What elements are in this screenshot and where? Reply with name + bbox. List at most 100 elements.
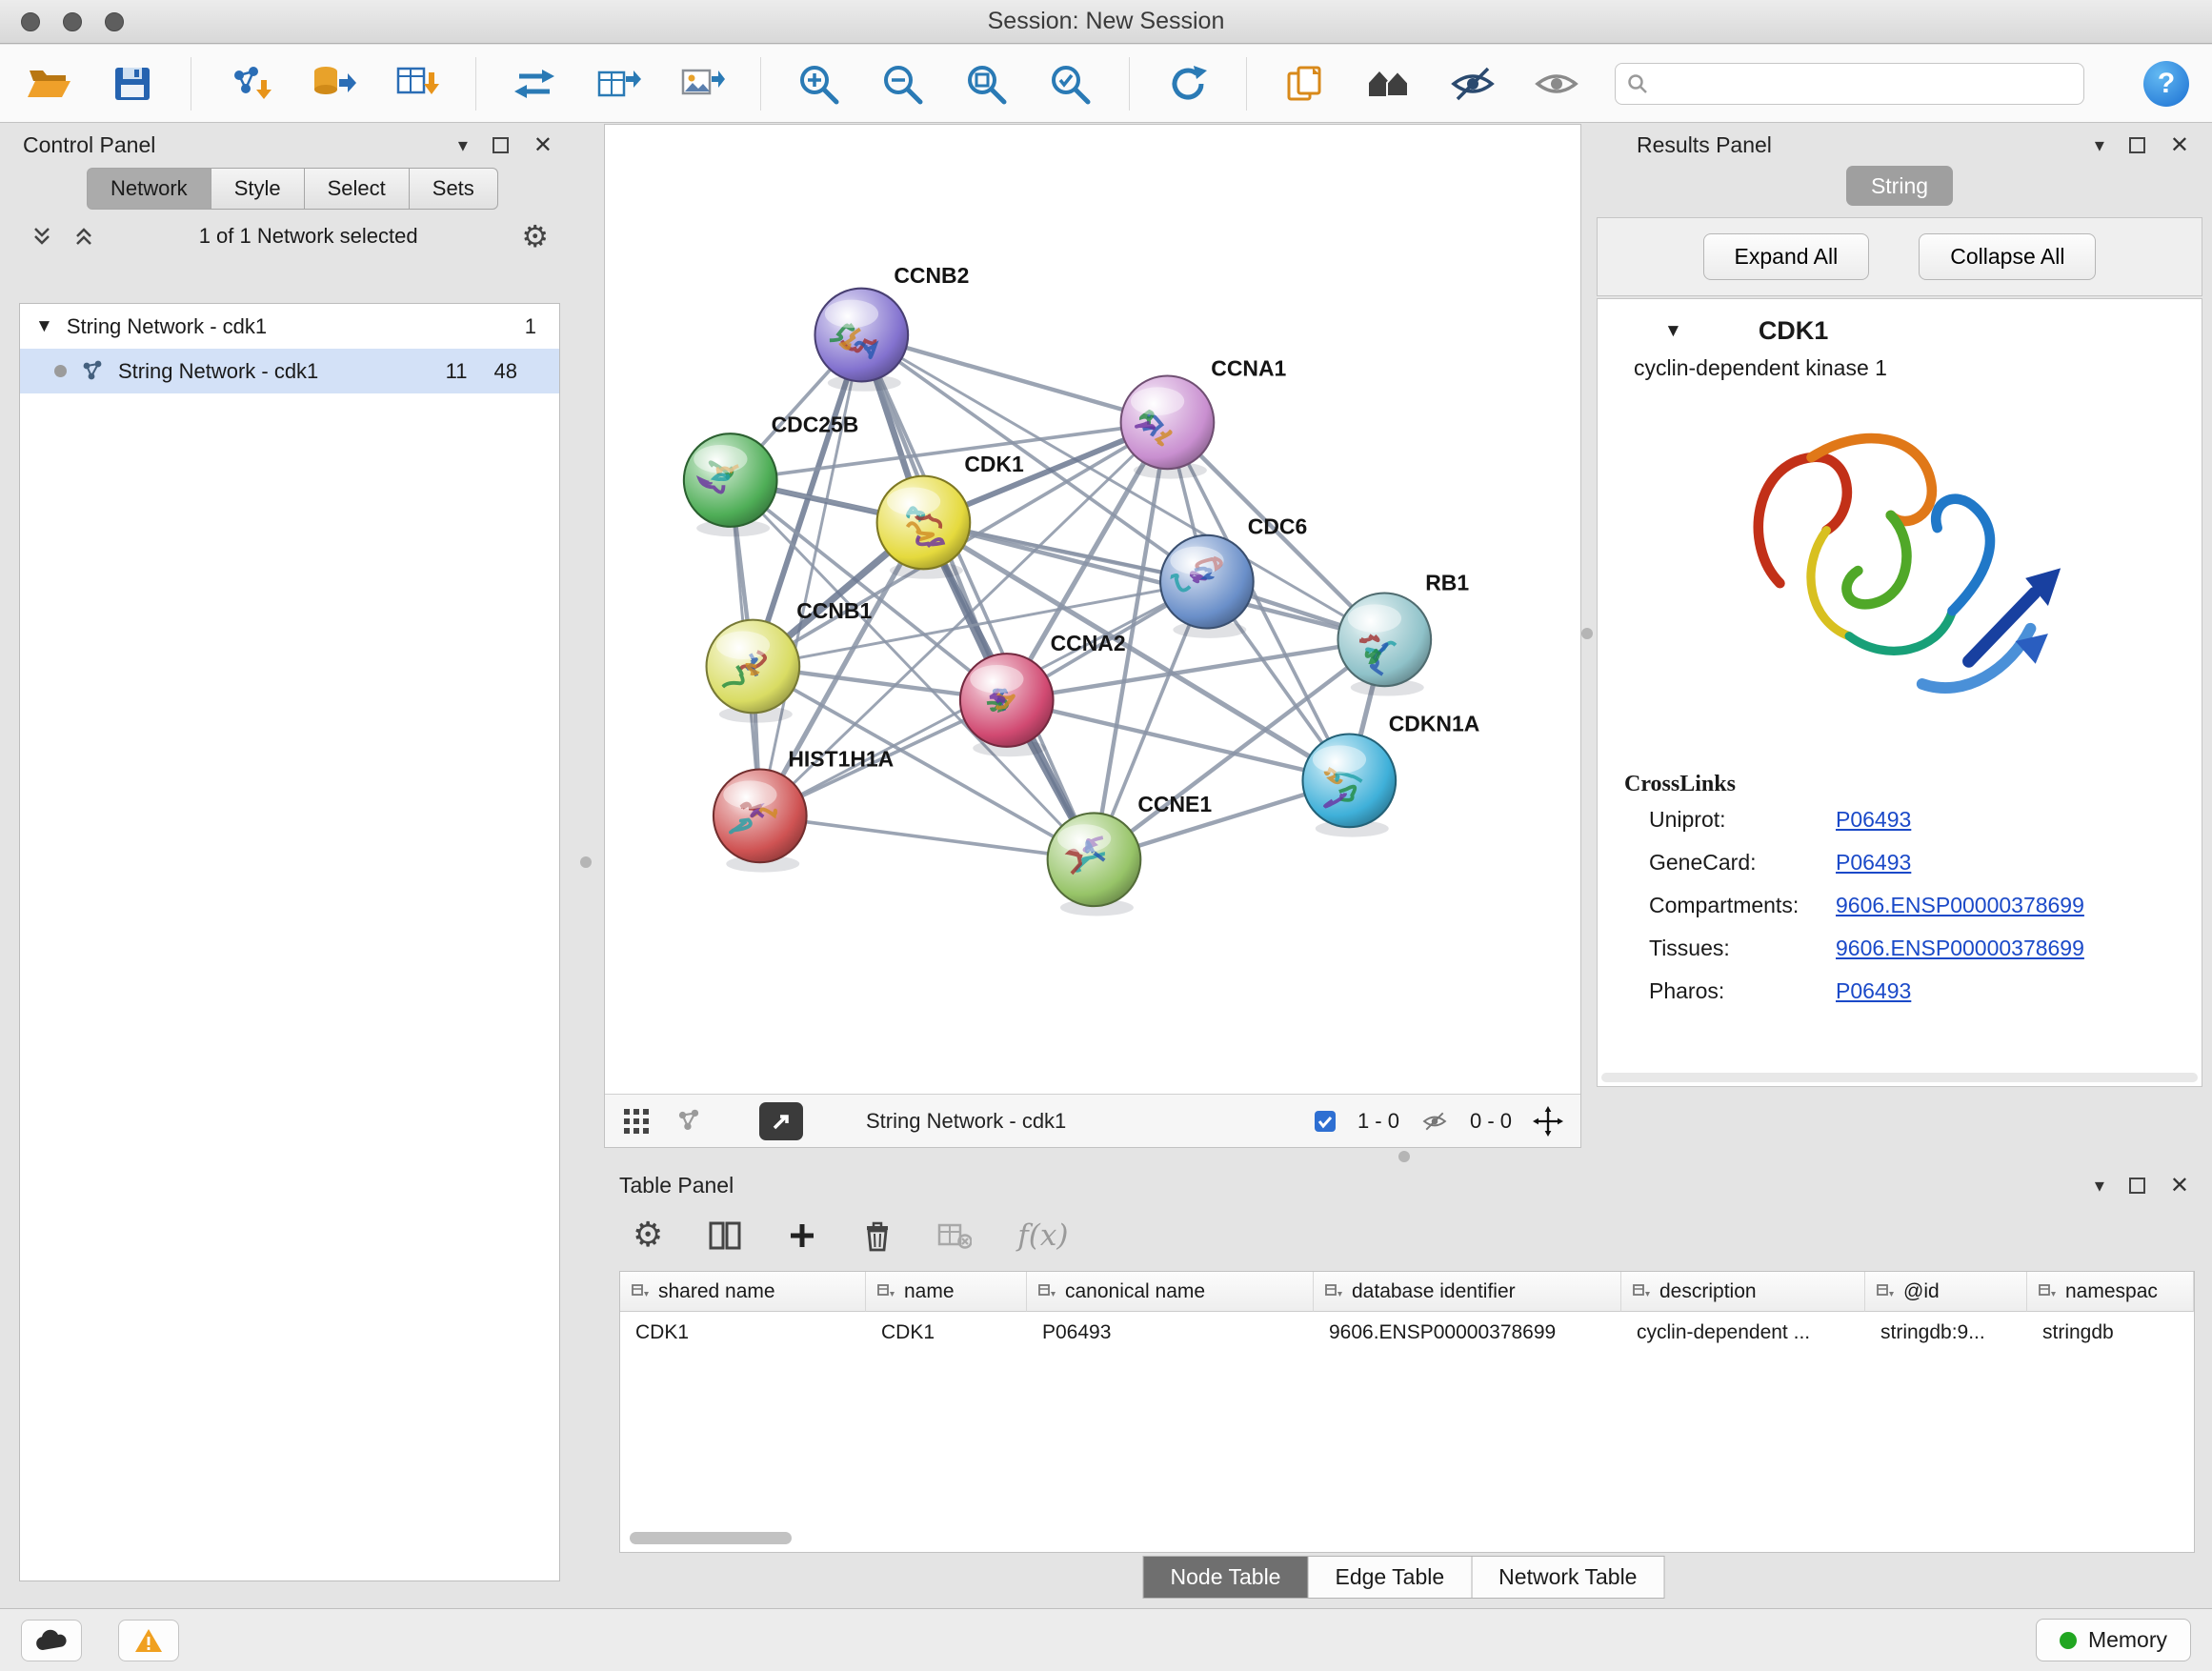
zoom-in-icon[interactable] <box>794 59 845 109</box>
table-cell[interactable]: CDK1 <box>866 1312 1027 1354</box>
warning-button[interactable] <box>118 1620 179 1661</box>
table-cell[interactable]: stringdb:9... <box>1865 1312 2027 1354</box>
import-network-database-icon[interactable] <box>308 59 359 109</box>
crosslink-compartments[interactable]: 9606.ENSP00000378699 <box>1836 893 2177 918</box>
expand-all-button[interactable]: Expand All <box>1703 233 1870 280</box>
table-cell[interactable]: cyclin-dependent ... <box>1621 1312 1865 1354</box>
import-network-file-icon[interactable] <box>224 59 275 109</box>
column-header-namespace[interactable]: namespac <box>2027 1272 2194 1312</box>
vertical-splitter-handle[interactable] <box>1581 628 1593 639</box>
vertical-splitter-handle[interactable] <box>580 856 592 868</box>
network-node-cdk1[interactable]: CDK1 <box>877 452 1024 579</box>
insert-column-icon[interactable] <box>709 1220 741 1251</box>
tab-node-table[interactable]: Node Table <box>1143 1556 1309 1599</box>
minimize-window-button[interactable] <box>63 12 82 31</box>
search-field[interactable] <box>1615 63 2084 105</box>
horizontal-splitter-handle[interactable] <box>1398 1151 1410 1162</box>
export-table-icon[interactable] <box>593 59 644 109</box>
network-node-cdc6[interactable]: CDC6 <box>1156 513 1307 638</box>
protein-section-header[interactable]: ▼ CDK1 <box>1622 299 2177 355</box>
tab-select[interactable]: Select <box>304 168 410 210</box>
close-panel-icon[interactable]: ✕ <box>2170 131 2189 159</box>
crosslink-tissues[interactable]: 9606.ENSP00000378699 <box>1836 936 2177 961</box>
table-cell[interactable]: 9606.ENSP00000378699 <box>1314 1312 1621 1354</box>
float-panel-icon[interactable] <box>2129 137 2145 153</box>
string-tab[interactable]: String <box>1846 166 1953 206</box>
column-header-database-identifier[interactable]: database identifier <box>1314 1272 1621 1312</box>
chevron-down-icon[interactable]: ▾ <box>458 133 468 157</box>
selected-checkbox-icon[interactable] <box>1314 1110 1337 1133</box>
tab-sets[interactable]: Sets <box>409 168 498 210</box>
results-scrollbar[interactable] <box>1601 1073 2198 1082</box>
detach-view-button[interactable] <box>759 1102 803 1140</box>
network-edge[interactable] <box>760 335 862 816</box>
table-settings-gear-icon[interactable]: ⚙ <box>633 1218 663 1253</box>
column-header-name[interactable]: name <box>866 1272 1027 1312</box>
network-canvas[interactable]: CCNB2CCNA1CDC25BCDK1CDC6RB1CCNB1CCNA2CDK… <box>605 125 1580 1094</box>
disclosure-icon[interactable]: ▼ <box>35 316 53 337</box>
collapse-all-icon[interactable] <box>72 225 95 248</box>
column-header-description[interactable]: description <box>1621 1272 1865 1312</box>
zoom-out-icon[interactable] <box>877 59 929 109</box>
zoom-selected-icon[interactable] <box>1045 59 1096 109</box>
network-node-hist1h1a[interactable]: HIST1H1A <box>714 747 894 873</box>
collapse-all-button[interactable]: Collapse All <box>1919 233 2096 280</box>
show-graphics-icon[interactable] <box>1531 59 1582 109</box>
horizontal-scrollbar[interactable] <box>630 1532 792 1544</box>
network-swap-icon[interactable] <box>509 59 560 109</box>
add-row-icon[interactable] <box>787 1220 817 1251</box>
float-panel-icon[interactable] <box>493 137 509 153</box>
help-button[interactable]: ? <box>2143 61 2189 107</box>
grid-view-icon[interactable] <box>622 1107 651 1136</box>
network-overview-icon[interactable] <box>675 1108 702 1135</box>
zoom-window-button[interactable] <box>105 12 124 31</box>
network-edge[interactable] <box>861 335 1094 860</box>
duplicate-document-icon[interactable] <box>1279 59 1331 109</box>
column-header-shared-name[interactable]: shared name <box>620 1272 866 1312</box>
disclosure-icon[interactable]: ▼ <box>1664 321 1682 342</box>
table-cell[interactable]: stringdb <box>2027 1312 2194 1354</box>
pan-crosshair-icon[interactable] <box>1533 1106 1563 1137</box>
column-header-id[interactable]: @id <box>1865 1272 2027 1312</box>
network-collection-row[interactable]: ▼ String Network - cdk1 1 <box>20 304 559 349</box>
network-node-rb1[interactable]: RB1 <box>1337 571 1469 696</box>
expand-all-icon[interactable] <box>30 225 53 248</box>
import-table-icon[interactable] <box>392 59 443 109</box>
close-panel-icon[interactable]: ✕ <box>533 131 553 159</box>
open-session-icon[interactable] <box>23 59 74 109</box>
crosslink-pharos[interactable]: P06493 <box>1836 978 2177 1004</box>
gear-icon[interactable]: ⚙ <box>521 221 549 252</box>
network-edge[interactable] <box>760 815 1095 859</box>
memory-button[interactable]: Memory <box>2036 1619 2191 1661</box>
column-header-canonical-name[interactable]: canonical name <box>1027 1272 1314 1312</box>
network-node-cdkn1a[interactable]: CDKN1A <box>1302 712 1479 837</box>
float-panel-icon[interactable] <box>2129 1178 2145 1194</box>
zoom-fit-icon[interactable] <box>961 59 1013 109</box>
network-node-ccnb2[interactable]: CCNB2 <box>814 263 969 392</box>
save-session-icon[interactable] <box>107 59 158 109</box>
delete-table-icon[interactable] <box>937 1221 972 1250</box>
tab-network[interactable]: Network <box>87 168 211 210</box>
delete-trash-icon[interactable] <box>863 1219 892 1252</box>
search-input[interactable] <box>1658 71 2072 96</box>
table-cell[interactable]: CDK1 <box>620 1312 866 1354</box>
function-builder-icon[interactable]: f(x) <box>1017 1218 1068 1253</box>
hide-graphics-icon[interactable] <box>1447 59 1498 109</box>
home-networks-icon[interactable] <box>1363 59 1415 109</box>
close-panel-icon[interactable]: ✕ <box>2170 1172 2189 1199</box>
network-row-selected[interactable]: String Network - cdk1 11 48 <box>20 349 559 393</box>
crosslink-genecard[interactable]: P06493 <box>1836 850 2177 876</box>
tab-edge-table[interactable]: Edge Table <box>1307 1556 1472 1599</box>
tab-network-table[interactable]: Network Table <box>1471 1556 1664 1599</box>
table-row[interactable]: CDK1 CDK1 P06493 9606.ENSP00000378699 cy… <box>620 1312 2194 1354</box>
tab-style[interactable]: Style <box>211 168 305 210</box>
export-image-icon[interactable] <box>676 59 728 109</box>
cloud-button[interactable] <box>21 1620 82 1661</box>
chevron-down-icon[interactable]: ▾ <box>2095 133 2104 157</box>
table-cell[interactable]: P06493 <box>1027 1312 1314 1354</box>
close-window-button[interactable] <box>21 12 40 31</box>
crosslink-uniprot[interactable]: P06493 <box>1836 807 2177 833</box>
network-edge[interactable] <box>861 335 1167 423</box>
chevron-down-icon[interactable]: ▾ <box>2095 1174 2104 1198</box>
refresh-icon[interactable] <box>1162 59 1214 109</box>
